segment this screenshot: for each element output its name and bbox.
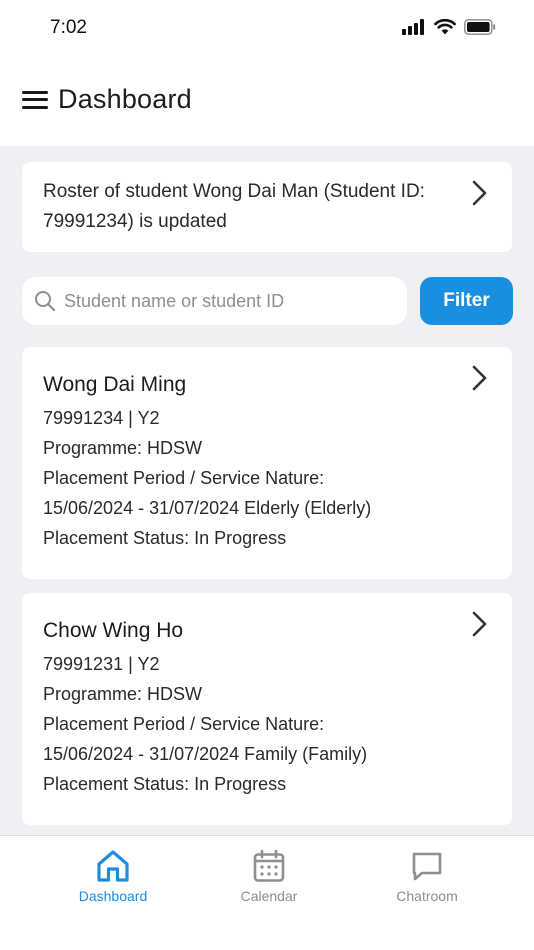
status-bar: 7:02	[0, 0, 534, 58]
student-id-year: 79991234 | Y2	[43, 408, 160, 428]
notice-text: Roster of student Wong Dai Man (Student …	[43, 181, 425, 232]
search-icon	[35, 291, 56, 312]
page-title: Dashboard	[58, 84, 192, 114]
student-programme: Programme: HDSW	[43, 684, 203, 704]
roster-notice-card[interactable]: Roster of student Wong Dai Man (Student …	[22, 162, 512, 252]
nav-chatroom[interactable]: Chatroom	[367, 848, 487, 904]
student-name: Chow Wing Ho	[43, 619, 184, 642]
status-icons	[402, 19, 496, 35]
wifi-icon	[434, 19, 456, 35]
status-time: 7:02	[50, 17, 87, 38]
placement-period-label: Placement Period / Service Nature:	[43, 714, 325, 734]
placement-period-value: 15/06/2024 - 31/07/2024 Elderly (Elderly…	[43, 498, 372, 518]
placement-status: Placement Status: In Progress	[43, 774, 287, 794]
chevron-right-icon	[472, 611, 487, 637]
menu-icon[interactable]	[22, 89, 48, 111]
student-card[interactable]: Chow Wing Ho 79991231 | Y2 Programme: HD…	[22, 593, 512, 825]
search-box[interactable]	[22, 277, 407, 325]
student-name: Wong Dai Ming	[43, 373, 187, 396]
placement-period-label: Placement Period / Service Nature:	[43, 468, 325, 488]
nav-label: Chatroom	[396, 888, 458, 904]
chevron-right-icon	[472, 180, 487, 206]
student-id-year: 79991231 | Y2	[43, 654, 160, 674]
bottom-nav: Dashboard Calendar Chatroom	[0, 835, 534, 950]
placement-period-value: 15/06/2024 - 31/07/2024 Family (Family)	[43, 744, 368, 764]
calendar-icon	[253, 849, 285, 882]
top-area: 7:02 Dashboard	[0, 0, 534, 146]
battery-icon	[464, 19, 496, 35]
nav-label: Calendar	[240, 888, 298, 904]
nav-calendar[interactable]: Calendar	[209, 848, 329, 904]
signal-icon	[402, 19, 424, 35]
search-input[interactable]	[64, 290, 407, 312]
filter-button[interactable]: Filter	[420, 277, 513, 325]
home-icon	[97, 850, 129, 882]
student-programme: Programme: HDSW	[43, 438, 203, 458]
student-card[interactable]: Wong Dai Ming 79991234 | Y2 Programme: H…	[22, 347, 512, 579]
nav-label: Dashboard	[78, 888, 148, 904]
chevron-right-icon	[472, 365, 487, 391]
chat-icon	[412, 852, 442, 881]
placement-status: Placement Status: In Progress	[43, 528, 287, 548]
nav-dashboard[interactable]: Dashboard	[53, 848, 173, 904]
app-header: Dashboard	[22, 84, 192, 115]
